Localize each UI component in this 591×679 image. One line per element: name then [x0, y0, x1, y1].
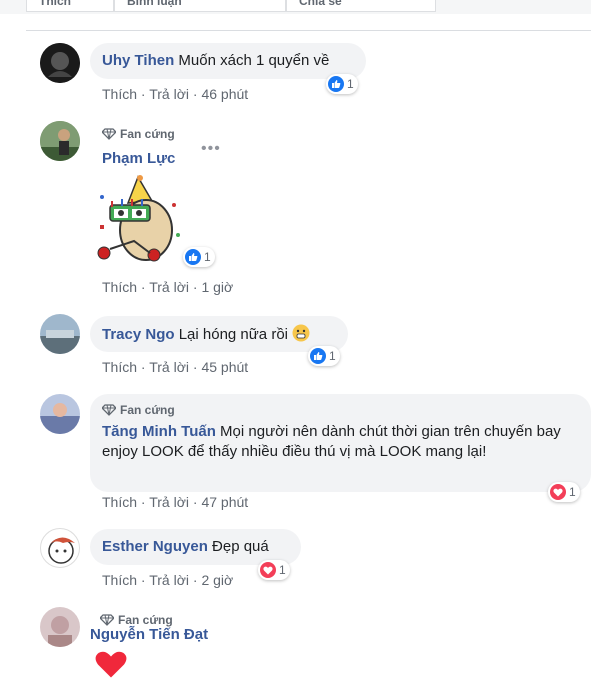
- fan-badge-label: Fan cứng: [118, 613, 173, 627]
- avatar-image: [40, 394, 80, 434]
- commenter-name[interactable]: Nguyễn Tiến Đạt: [90, 626, 208, 643]
- post-action-bar: Thích Bình luận Chia sẻ: [0, 0, 591, 14]
- reaction-badge[interactable]: 1: [258, 560, 290, 580]
- timestamp[interactable]: 1 giờ: [201, 279, 233, 295]
- reply-link[interactable]: Trả lời: [149, 572, 189, 588]
- timestamp[interactable]: 2 giờ: [201, 572, 233, 588]
- like-comment-link[interactable]: Thích: [102, 572, 137, 588]
- share-post-button[interactable]: Chia sẻ: [286, 0, 436, 12]
- timestamp[interactable]: 45 phút: [201, 359, 248, 375]
- reply-link[interactable]: Trả lời: [149, 86, 189, 102]
- avatar-image: [40, 121, 80, 161]
- love-icon: [260, 562, 276, 578]
- avatar-image: [48, 537, 75, 564]
- comment-post-button[interactable]: Bình luận: [114, 0, 286, 12]
- reply-link[interactable]: Trả lời: [149, 494, 189, 510]
- comment-actions: Thích · Trả lời · 1 giờ: [102, 279, 234, 295]
- fan-badge: Fan cứng: [100, 613, 173, 627]
- fan-badge-label: Fan cứng: [120, 127, 175, 141]
- avatar[interactable]: [40, 528, 80, 568]
- reply-link[interactable]: Trả lời: [149, 279, 189, 295]
- avatar-image: [40, 43, 80, 83]
- reaction-count: 1: [204, 250, 211, 264]
- commenter-name[interactable]: Tracy Ngo: [102, 326, 175, 343]
- avatar-image: [40, 607, 80, 647]
- diamond-icon: [100, 614, 114, 626]
- reply-link[interactable]: Trả lời: [149, 359, 189, 375]
- timestamp[interactable]: 47 phút: [201, 494, 248, 510]
- diamond-icon: [102, 404, 116, 416]
- share-post-label: Chia sẻ: [299, 0, 342, 8]
- avatar[interactable]: [40, 394, 80, 434]
- avatar[interactable]: [40, 43, 80, 83]
- love-icon: [550, 484, 566, 500]
- comment-bubble: Tracy Ngo Lại hóng nữa rồi: [90, 316, 348, 352]
- comment-bubble: Uhy Tihen Muốn xách 1 quyển về: [90, 43, 366, 79]
- avatar[interactable]: [40, 314, 80, 354]
- like-icon: [185, 249, 201, 265]
- more-options-icon: •••: [201, 140, 221, 157]
- commenter-name[interactable]: Phạm Lực: [102, 150, 175, 167]
- comment-text: Muốn xách 1 quyển về: [178, 52, 330, 69]
- like-post-label: Thích: [39, 0, 71, 8]
- commenter-name-text: Phạm Lực: [102, 150, 176, 167]
- comment-actions: Thích · Trả lời · 47 phút: [102, 494, 249, 510]
- reaction-count: 1: [279, 563, 286, 577]
- like-comment-link[interactable]: Thích: [102, 86, 137, 102]
- reaction-count: 1: [569, 485, 576, 499]
- divider: [26, 30, 591, 31]
- comment-text: Đẹp quá: [212, 538, 269, 555]
- comment-actions: Thích · Trả lời · 45 phút: [102, 359, 249, 375]
- more-options-button[interactable]: •••: [201, 140, 221, 158]
- avatar[interactable]: [40, 607, 80, 647]
- reaction-badge[interactable]: 1: [548, 482, 580, 502]
- like-icon: [328, 76, 344, 92]
- like-comment-link[interactable]: Thích: [102, 494, 137, 510]
- heart-sticker: [95, 651, 127, 678]
- party-sticker[interactable]: [94, 175, 186, 270]
- like-comment-link[interactable]: Thích: [102, 359, 137, 375]
- reaction-badge[interactable]: 1: [308, 346, 340, 366]
- like-post-button[interactable]: Thích: [26, 0, 114, 12]
- reaction-count: 1: [347, 77, 354, 91]
- fan-badge-label: Fan cứng: [120, 403, 175, 417]
- reaction-count: 1: [329, 349, 336, 363]
- commenter-name[interactable]: Tăng Minh Tuấn: [102, 423, 216, 440]
- fan-badge: Fan cứng: [102, 400, 579, 420]
- reaction-badge[interactable]: 1: [326, 74, 358, 94]
- comment-bubble: Fan cứng Tăng Minh Tuấn Mọi người nên dà…: [90, 394, 591, 492]
- commenter-name-text: Nguyễn Tiến Đạt: [90, 626, 209, 643]
- comment-text: Lại hóng nữa rồi: [178, 326, 288, 343]
- commenter-name[interactable]: Uhy Tihen: [102, 52, 174, 69]
- avatar-image: [40, 314, 80, 354]
- reaction-badge[interactable]: 1: [183, 247, 215, 267]
- comment-post-label: Bình luận: [127, 0, 182, 8]
- timestamp[interactable]: 46 phút: [201, 86, 248, 102]
- like-comment-link[interactable]: Thích: [102, 279, 137, 295]
- diamond-icon: [102, 128, 116, 140]
- comment-actions: Thích · Trả lời · 46 phút: [102, 86, 249, 102]
- like-icon: [310, 348, 326, 364]
- grin-emoji-icon: [292, 324, 310, 342]
- avatar[interactable]: [40, 121, 80, 161]
- commenter-name[interactable]: Esther Nguyen: [102, 538, 208, 555]
- fan-badge: Fan cứng: [102, 127, 175, 141]
- comment-actions: Thích · Trả lời · 2 giờ: [102, 572, 234, 588]
